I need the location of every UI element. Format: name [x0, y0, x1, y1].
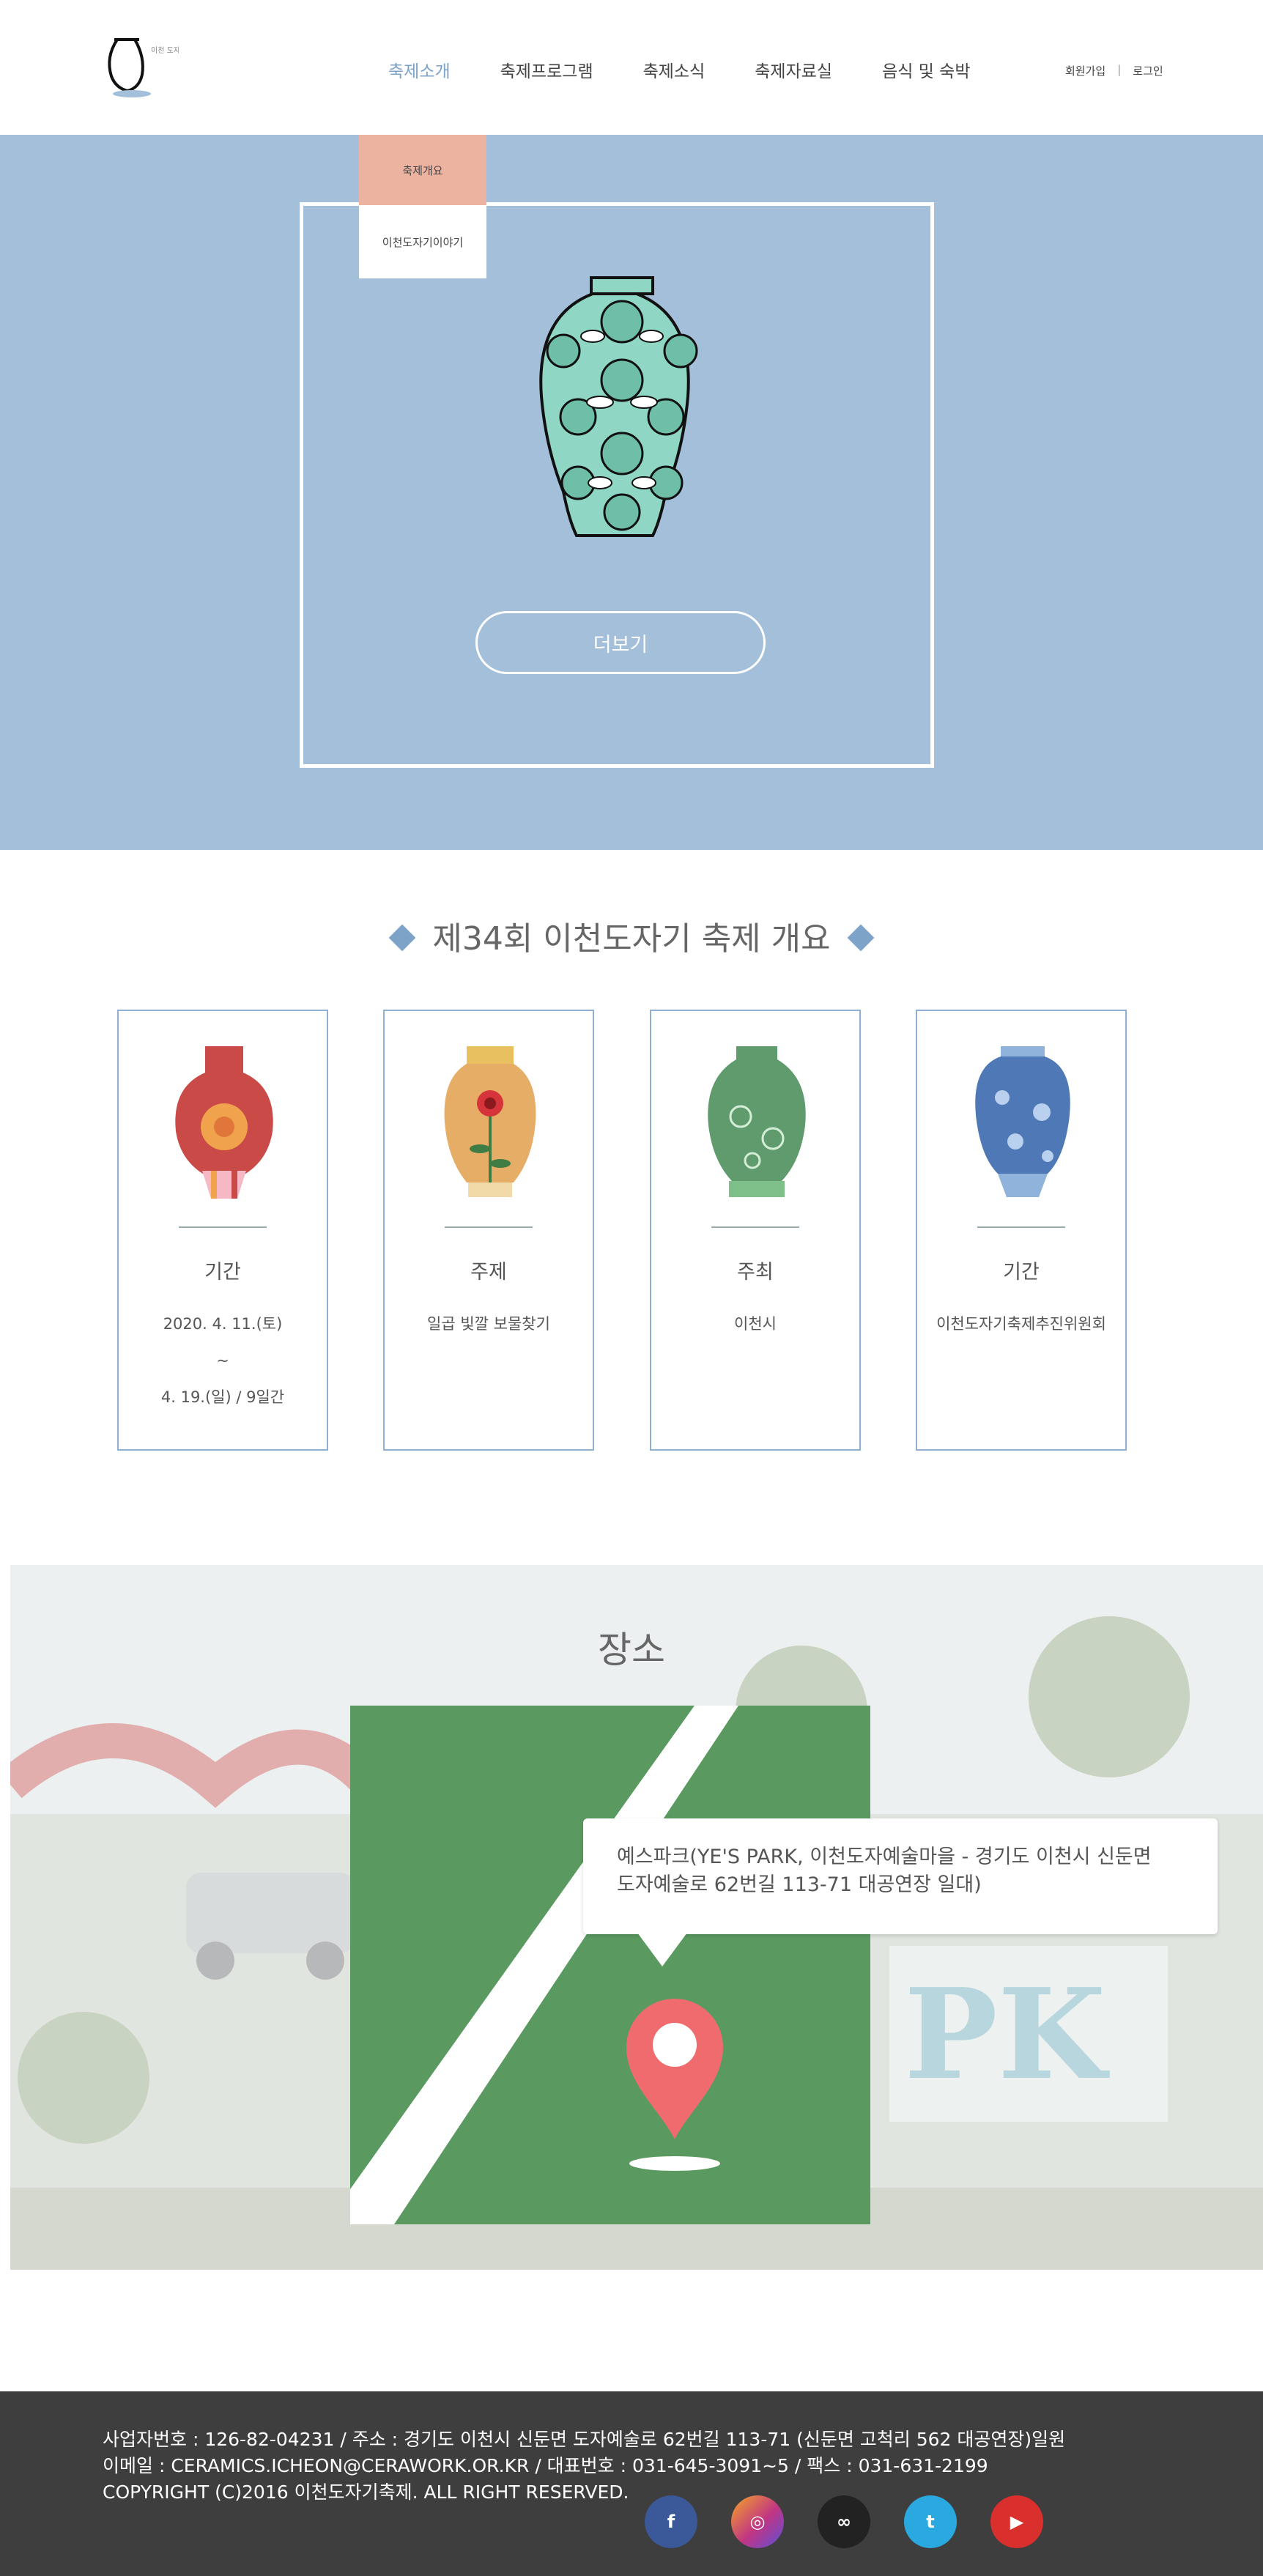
logo-text: 이천 도자기 축제 [151, 46, 179, 55]
main-nav: 축제소개 축제프로그램 축제소식 축제자료실 음식 및 숙박 [388, 57, 1021, 82]
overview-card-period: 기간 2020. 4. 11.(토) ~ 4. 19.(일) / 9일간 [117, 1010, 328, 1451]
card-title: 기간 [204, 1261, 241, 1284]
venue-address-callout: 예스파크(YE'S PARK, 이천도자예술마을 - 경기도 이천시 신둔면 도… [583, 1818, 1218, 1934]
venue-title: 장소 [598, 1629, 665, 1671]
footer-contact-info: 이메일 : CERAMICS.ICHEON@CERAWORK.OR.KR / 대… [103, 2455, 988, 2476]
card-value-line: 4. 19.(일) / 9일간 [160, 1388, 285, 1406]
blue-vase-icon [975, 1046, 1070, 1197]
nav-festival-archive[interactable]: 축제자료실 [755, 57, 832, 82]
more-button[interactable]: 더보기 [475, 611, 766, 674]
card-value: 일곱 빛깔 보물찾기 [385, 1306, 593, 1342]
intro-dropdown-menu: 축제개요 이천도자기이야기 [359, 135, 486, 278]
facebook-icon[interactable]: f [645, 2495, 697, 2548]
card-value-line: 이천시 [734, 1315, 777, 1333]
overview-title: 제34회 이천도자기 축제 개요 [432, 920, 831, 958]
hero-section: 더보기 [0, 135, 1263, 850]
card-title: 주제 [470, 1261, 507, 1284]
login-link[interactable]: 로그인 [1133, 63, 1163, 78]
menu-item-festival-overview[interactable]: 축제개요 [359, 135, 486, 205]
card-value-line: 일곱 빛깔 보물찾기 [427, 1315, 550, 1333]
overview-card-host: 주최 이천시 [650, 1010, 861, 1451]
card-divider [179, 1226, 267, 1228]
footer-business-info: 사업자번호 : 126-82-04231 / 주소 : 경기도 이천시 신둔면 … [103, 2429, 1066, 2450]
callout-tail [637, 1933, 687, 1966]
card-title: 기간 [1003, 1261, 1040, 1284]
card-value-line: ~ [216, 1352, 229, 1369]
auth-links: 회원가입 | 로그인 [1065, 63, 1163, 78]
site-footer: 사업자번호 : 126-82-04231 / 주소 : 경기도 이천시 신둔면 … [0, 2391, 1263, 2576]
signup-link[interactable]: 회원가입 [1065, 63, 1105, 78]
card-divider [711, 1226, 799, 1228]
venue-map[interactable] [350, 1706, 870, 2224]
card-value: 이천도자기축제추진위원회 [917, 1306, 1125, 1342]
pin-shadow [629, 2156, 720, 2171]
nav-food-lodging[interactable]: 음식 및 숙박 [882, 57, 970, 82]
twitter-icon[interactable]: t [904, 2495, 957, 2548]
card-value: 이천시 [651, 1306, 859, 1342]
hero-frame: 더보기 [300, 202, 934, 768]
instagram-icon[interactable]: ◎ [731, 2495, 784, 2548]
card-value-line: 이천도자기축제추진위원회 [936, 1315, 1106, 1333]
card-title: 주최 [737, 1261, 774, 1284]
flower-vase-icon [444, 1046, 536, 1197]
social-links: f ◎ ∞ t ▶ [645, 2495, 1043, 2548]
address-line-2: 도자예술로 62번길 113-71 대공연장 일대) [617, 1873, 982, 1896]
link-icon[interactable]: ∞ [818, 2495, 870, 2548]
card-value: 2020. 4. 11.(토) ~ 4. 19.(일) / 9일간 [119, 1306, 327, 1415]
nav-festival-intro[interactable]: 축제소개 [388, 57, 451, 82]
card-divider [977, 1226, 1065, 1228]
diamond-icon [847, 924, 874, 952]
menu-item-ceramics-story[interactable]: 이천도자기이야기 [359, 205, 486, 278]
youtube-icon[interactable]: ▶ [990, 2495, 1043, 2548]
celadon-vase-icon [539, 276, 698, 537]
overview-heading: 제34회 이천도자기 축제 개요 [0, 912, 1263, 959]
red-vase-icon [175, 1046, 273, 1199]
site-header: 이천 도자기 축제 축제소개 축제프로그램 축제소식 축제자료실 음식 및 숙박… [0, 0, 1263, 135]
auth-separator: | [1117, 63, 1122, 76]
address-line-1: 예스파크(YE'S PARK, 이천도자예술마을 - 경기도 이천시 신둔면 [617, 1846, 1152, 1868]
nav-festival-program[interactable]: 축제프로그램 [500, 57, 593, 82]
logo-icon[interactable]: 이천 도자기 축제 [98, 29, 179, 110]
green-vase-icon [708, 1046, 806, 1197]
footer-info: 사업자번호 : 126-82-04231 / 주소 : 경기도 이천시 신둔면 … [103, 2427, 1065, 2506]
diamond-icon [388, 924, 416, 952]
overview-card-organizer: 기간 이천도자기축제추진위원회 [916, 1010, 1127, 1451]
card-value-line: 2020. 4. 11.(토) [163, 1315, 283, 1333]
map-graphic [350, 1706, 738, 2224]
map-pin-icon[interactable] [626, 1999, 723, 2139]
card-divider [445, 1226, 533, 1228]
nav-festival-news[interactable]: 축제소식 [643, 57, 705, 82]
overview-card-theme: 주제 일곱 빛깔 보물찾기 [383, 1010, 594, 1451]
